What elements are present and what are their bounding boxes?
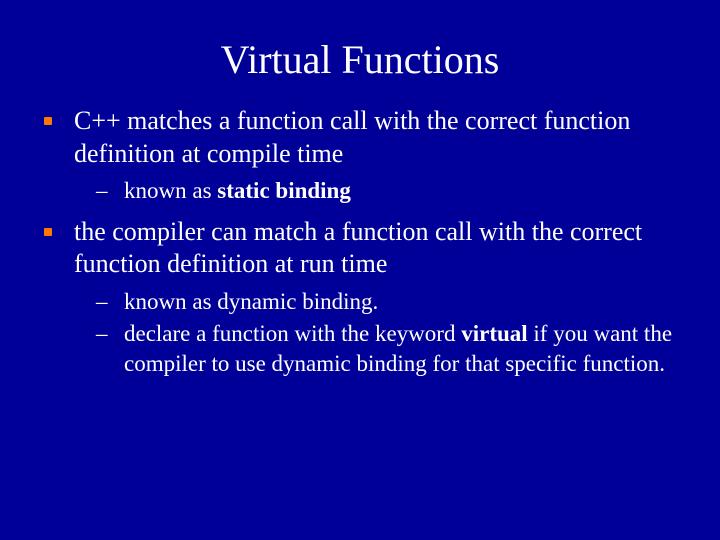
sub-bullet-list: known as dynamic binding. declare a func… (74, 287, 682, 379)
sub-bullet-text-bold: virtual (461, 321, 527, 346)
bullet-item: C++ matches a function call with the cor… (38, 105, 682, 206)
sub-bullet-list: known as static binding (74, 176, 682, 206)
sub-bullet-text-bold: static binding (217, 178, 351, 203)
bullet-text: C++ matches a function call with the cor… (74, 106, 630, 168)
sub-bullet-item: known as dynamic binding. (92, 287, 682, 317)
slide-title: Virtual Functions (38, 36, 682, 83)
sub-bullet-item: known as static binding (92, 176, 682, 206)
bullet-text: the compiler can match a function call w… (74, 217, 642, 279)
sub-bullet-item: declare a function with the keyword virt… (92, 319, 682, 379)
sub-bullet-text-pre: declare a function with the keyword (124, 321, 461, 346)
sub-bullet-text-pre: known as dynamic binding. (124, 289, 378, 314)
slide: Virtual Functions C++ matches a function… (0, 0, 720, 540)
sub-bullet-text-pre: known as (124, 178, 217, 203)
bullet-item: the compiler can match a function call w… (38, 216, 682, 379)
bullet-list: C++ matches a function call with the cor… (38, 105, 682, 379)
